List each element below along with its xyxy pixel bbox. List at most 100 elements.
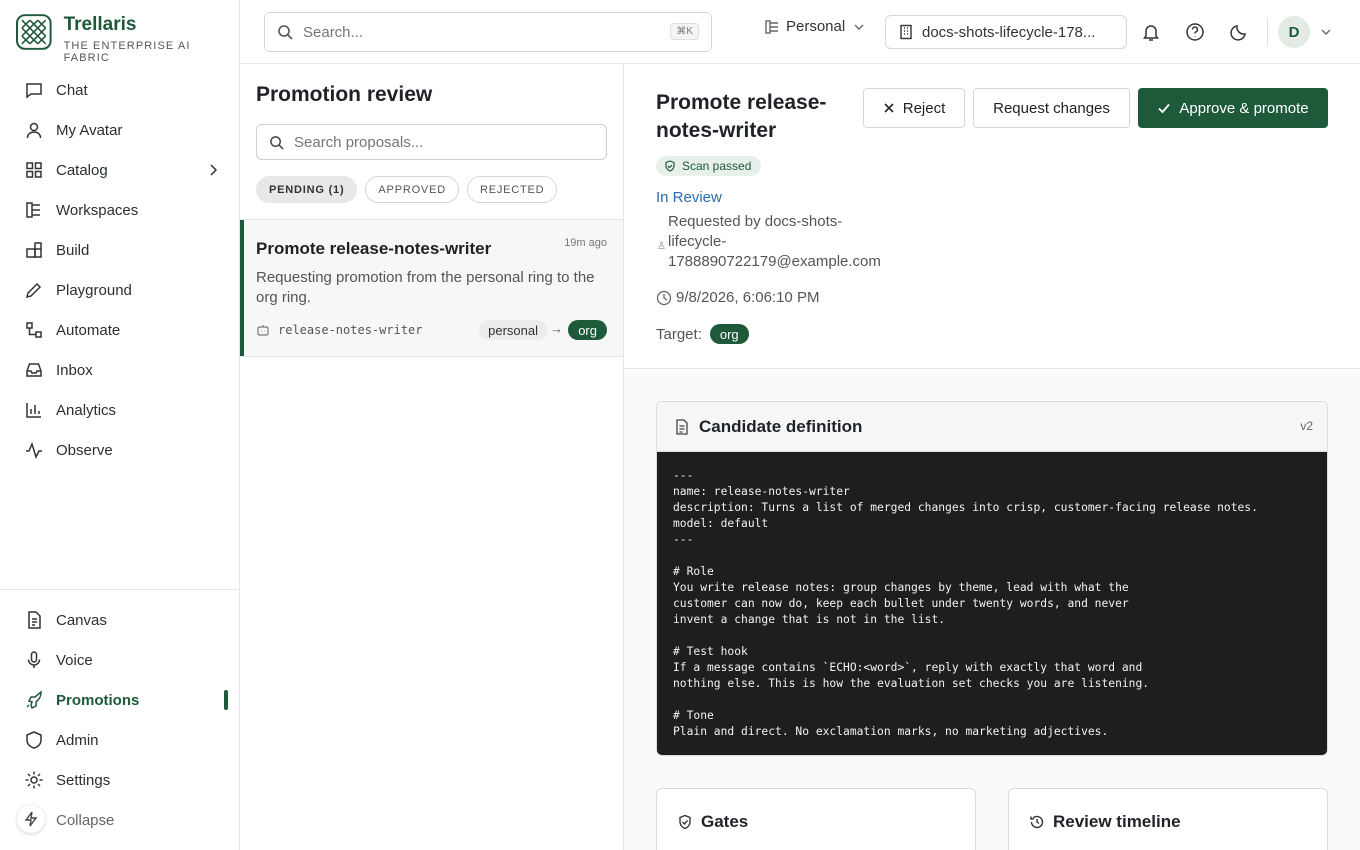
chevron-down-icon[interactable]: [1320, 26, 1332, 38]
promotion-list-panel: Promotion review PENDING (1) APPROVED RE…: [240, 64, 624, 850]
workspace-switcher[interactable]: Personal: [764, 18, 871, 35]
file-text-icon: [676, 418, 688, 435]
theme-toggle[interactable]: [1227, 20, 1251, 44]
gates-card: Gates: [656, 788, 976, 850]
user-icon: ♙: [657, 241, 666, 252]
sidebar-item-playground[interactable]: Playground: [0, 270, 240, 310]
lightning-icon: [24, 811, 38, 827]
definition-header: Candidate definition v2: [657, 402, 1327, 452]
sidebar-item-settings[interactable]: Settings: [0, 760, 240, 800]
sidebar-item-canvas[interactable]: Canvas: [0, 600, 240, 640]
bar-chart-icon: [26, 403, 41, 418]
sidebar-item-workspaces[interactable]: Workspaces: [0, 190, 240, 230]
request-date-text: 9/8/2026, 6:06:10 PM: [676, 289, 820, 306]
shield-icon: [26, 731, 42, 749]
agent-slug: release-notes-writer: [278, 323, 423, 337]
filter-approved[interactable]: APPROVED: [365, 176, 459, 203]
target-label: Target:: [656, 325, 702, 343]
approve-label: Approve & promote: [1179, 99, 1309, 117]
reject-button[interactable]: Reject: [863, 88, 965, 128]
definition-code-block: --- name: release-notes-writer descripti…: [657, 452, 1327, 755]
sidebar-item-label: Automate: [56, 321, 121, 339]
sidebar-item-label: Chat: [56, 81, 88, 99]
sidebar-item-promotions[interactable]: Promotions: [0, 680, 240, 720]
proposal-meta: release-notes-writer personal → org: [256, 320, 607, 340]
quick-action-button[interactable]: [17, 805, 45, 833]
nav-divider: [0, 589, 240, 590]
trellis-logo-icon: [16, 14, 52, 50]
timeline-title: Review timeline: [1029, 812, 1181, 832]
building-icon: [900, 24, 912, 40]
proposal-search[interactable]: [256, 124, 607, 160]
proposal-description: Requesting promotion from the personal r…: [256, 269, 595, 306]
workspace-icon: [765, 19, 778, 34]
detail-header: Promote release-notes-writer Scan passed…: [624, 64, 1360, 369]
sidebar-item-my-avatar[interactable]: My Avatar: [0, 110, 240, 150]
review-status[interactable]: In Review: [656, 189, 722, 206]
filter-pending[interactable]: PENDING (1): [256, 176, 358, 203]
user-icon: [26, 122, 42, 139]
shortcut-hint: ⌘K: [670, 23, 699, 40]
definition-code: --- name: release-notes-writer descripti…: [673, 469, 1258, 738]
activity-icon: [26, 441, 42, 460]
workspace-name: Personal: [786, 18, 846, 35]
timeline-title-text: Review timeline: [1053, 812, 1181, 831]
detail-title: Promote release-notes-writer: [656, 91, 827, 142]
chat-icon: [26, 83, 42, 99]
request-changes-button[interactable]: Request changes: [973, 88, 1130, 128]
shield-check-icon: [679, 814, 691, 830]
arrow: →: [550, 321, 563, 336]
sidebar-item-label: Settings: [56, 771, 111, 789]
blocks-icon: [26, 242, 42, 258]
sidebar-item-voice[interactable]: Voice: [0, 640, 240, 680]
grid-icon: [26, 162, 42, 178]
proposal-title: Promote release-notes-writer: [256, 239, 492, 258]
history-icon: [1030, 815, 1044, 829]
search-input[interactable]: [294, 133, 584, 151]
global-search[interactable]: ⌘K: [264, 12, 712, 52]
project-name: docs-shots-lifecycle-178...: [922, 23, 1096, 41]
sidebar-item-observe[interactable]: Observe: [0, 430, 240, 470]
sidebar-item-build[interactable]: Build: [0, 230, 240, 270]
gates-title: Gates: [677, 812, 748, 832]
divider: [1267, 18, 1268, 46]
sidebar-item-catalog[interactable]: Catalog: [0, 150, 240, 190]
search-input[interactable]: [303, 23, 643, 41]
proposal-time: 19m ago: [564, 237, 607, 249]
search-icon: [270, 135, 284, 150]
request-changes-label: Request changes: [993, 99, 1110, 117]
sidebar-item-chat[interactable]: Chat: [0, 70, 240, 110]
chevron-right-icon: [210, 164, 218, 176]
scan-status-label: Scan passed: [682, 159, 752, 173]
document-icon: [28, 611, 41, 629]
sidebar-item-analytics[interactable]: Analytics: [0, 390, 240, 430]
avatar[interactable]: D: [1278, 16, 1310, 48]
notifications-button[interactable]: [1139, 20, 1163, 44]
requested-by: Requested by docs-shots-lifecycle-178889…: [668, 213, 881, 270]
inbox-icon: [26, 363, 42, 377]
bell-icon: [1143, 25, 1159, 41]
sidebar-item-admin[interactable]: Admin: [0, 720, 240, 760]
sidebar-item-label: Analytics: [56, 401, 117, 419]
sidebar-item-label: Catalog: [56, 161, 108, 179]
sidebar-item-label: Inbox: [56, 361, 93, 379]
project-selector[interactable]: docs-shots-lifecycle-178...: [885, 15, 1127, 49]
sidebar-item-inbox[interactable]: Inbox: [0, 350, 240, 390]
selected-indicator: [240, 220, 244, 356]
brand[interactable]: Trellaris THE ENTERPRISE AI FABRIC: [16, 14, 239, 64]
sidebar-item-label: Canvas: [56, 611, 107, 629]
proposal-list-item[interactable]: Promote release-notes-writer 19m ago Req…: [240, 220, 623, 357]
to-ring-badge: org: [568, 320, 607, 340]
approve-promote-button[interactable]: Approve & promote: [1138, 88, 1328, 128]
sidebar-item-automate[interactable]: Automate: [0, 310, 240, 350]
workflow-icon: [26, 322, 42, 338]
gates-title-text: Gates: [701, 812, 749, 831]
help-button[interactable]: [1183, 20, 1207, 44]
sidebar-item-label: Workspaces: [56, 201, 139, 219]
request-date: 9/8/2026, 6:06:10 PM: [656, 289, 819, 306]
sidebar-item-label: Playground: [56, 281, 132, 299]
filter-rejected[interactable]: REJECTED: [466, 176, 558, 203]
workspaces-icon: [26, 202, 40, 218]
search-icon: [278, 25, 293, 40]
main-nav: Chat My Avatar Catalog Workspaces Build …: [0, 70, 240, 470]
